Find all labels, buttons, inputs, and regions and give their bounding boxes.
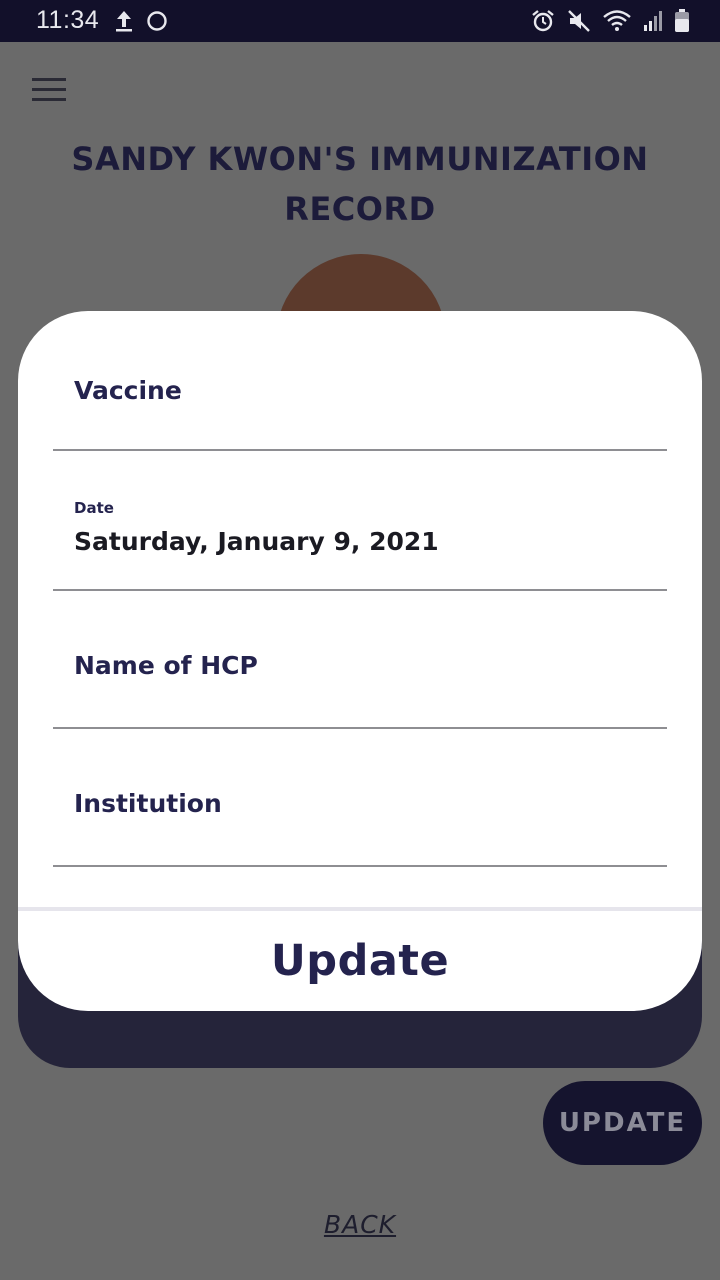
institution-label: Institution [74,789,222,818]
hcp-name-label: Name of HCP [74,651,258,680]
signal-icon [642,9,664,37]
status-bar: 11:34 [0,0,720,42]
mute-icon [566,8,592,38]
battery-icon [674,8,690,38]
update-modal: Vaccine Date Saturday, January 9, 2021 N… [18,311,702,1011]
modal-update-button[interactable]: Update [18,911,702,1011]
date-label: Date [74,499,114,517]
hcp-name-field[interactable]: Name of HCP [53,589,667,729]
circle-icon [146,10,168,36]
page-title: SANDY KWON'S IMMUNIZATION RECORD [71,140,649,228]
back-link[interactable]: BACK [0,1210,720,1239]
institution-field[interactable]: Institution [53,727,667,867]
menu-icon[interactable] [32,78,66,106]
date-field[interactable]: Date Saturday, January 9, 2021 [53,451,667,591]
vaccine-label: Vaccine [74,376,182,405]
status-icons [530,8,690,38]
alarm-icon [530,8,556,38]
upload-icon [114,9,134,37]
date-value: Saturday, January 9, 2021 [74,527,439,556]
update-button[interactable]: UPDATE [543,1081,702,1165]
status-time: 11:34 [36,6,100,34]
wifi-icon [602,8,632,38]
vaccine-field[interactable]: Vaccine [53,311,667,451]
